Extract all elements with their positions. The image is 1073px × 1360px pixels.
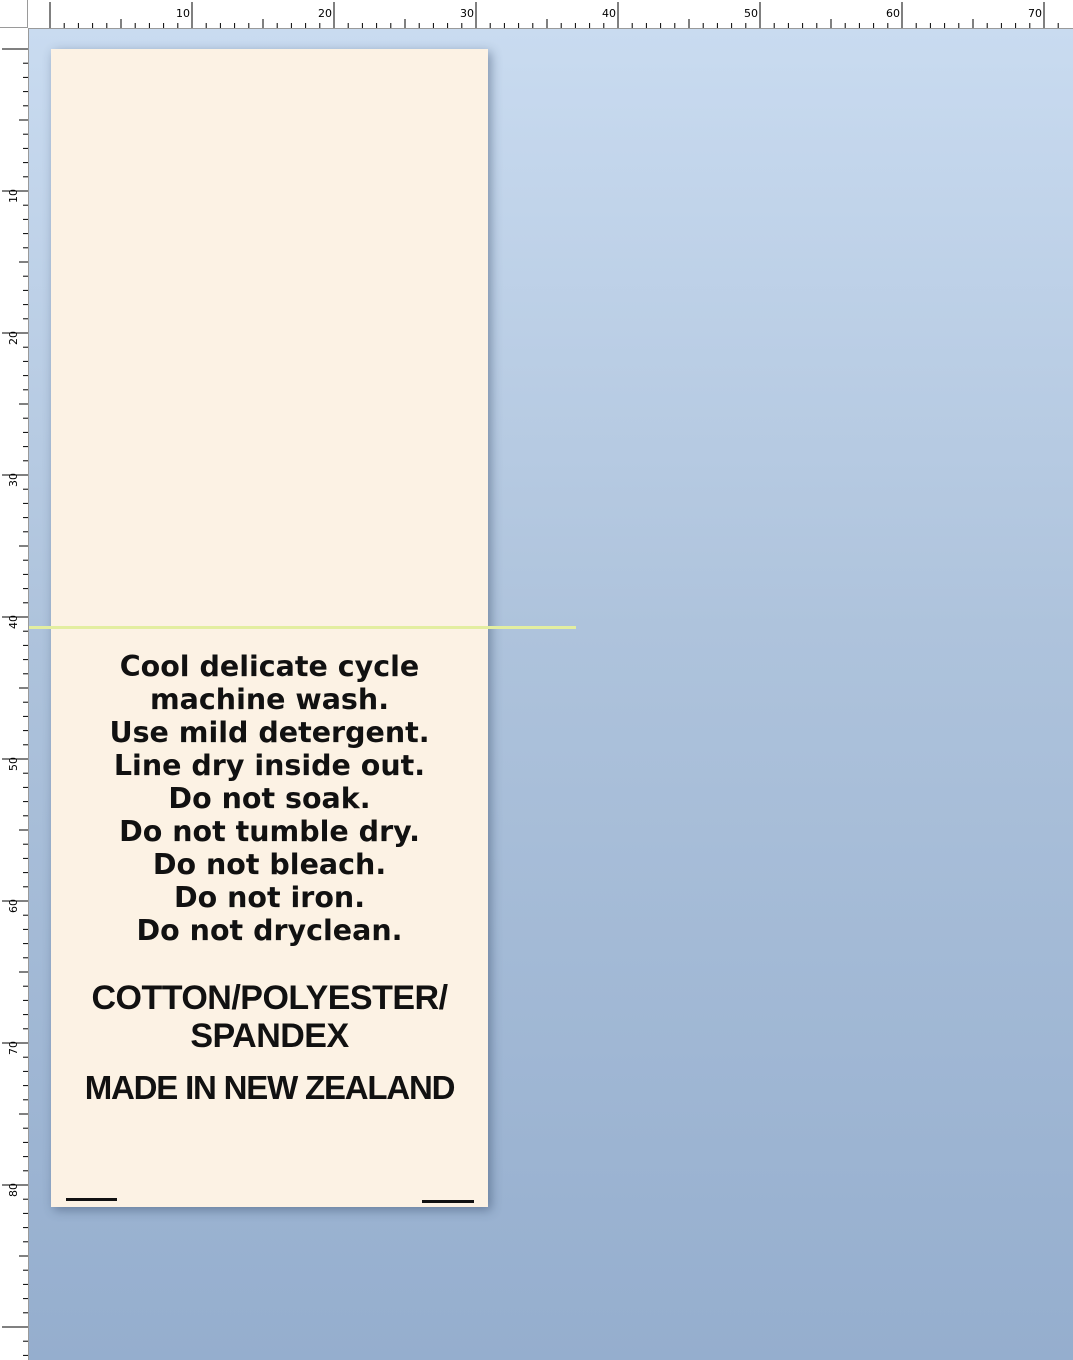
ruler-corner <box>0 0 28 28</box>
ruler-label: 70 <box>7 1041 20 1055</box>
composition-line: SPANDEX <box>190 1017 349 1055</box>
composition-line: COTTON/POLYESTER/ <box>91 979 448 1017</box>
ruler-label: 40 <box>602 7 616 20</box>
ruler-label: 20 <box>318 7 332 20</box>
care-line: Do not dryclean. <box>136 914 403 947</box>
guide-line[interactable] <box>29 626 576 629</box>
vertical-ruler[interactable]: 10 20 30 40 50 60 70 80 <box>0 28 29 1360</box>
care-line: Cool delicate cycle <box>119 650 420 683</box>
care-line: Use mild detergent. <box>109 716 430 749</box>
cut-mark-right <box>422 1200 474 1203</box>
care-line: Do not tumble dry. <box>119 815 420 848</box>
ruler-label: 60 <box>7 899 20 913</box>
ruler-label: 20 <box>7 331 20 345</box>
ruler-label: 60 <box>886 7 900 20</box>
care-line: Do not soak. <box>168 782 371 815</box>
ruler-label: 30 <box>7 473 20 487</box>
ruler-label: 10 <box>7 189 20 203</box>
care-instructions[interactable]: Cool delicate cycle machine wash. Use mi… <box>51 650 488 947</box>
ruler-label: 70 <box>1028 7 1042 20</box>
fabric-composition[interactable]: COTTON/POLYESTER/ SPANDEX <box>51 979 488 1055</box>
ruler-label: 30 <box>460 7 474 20</box>
care-line: Do not iron. <box>173 881 366 914</box>
horizontal-ruler[interactable]: 10 20 30 40 50 60 70 <box>28 0 1073 29</box>
country-of-origin[interactable]: MADE IN NEW ZEALAND <box>51 1069 488 1107</box>
care-line: Do not bleach. <box>152 848 387 881</box>
cut-mark-left <box>66 1198 117 1201</box>
vertical-ruler-scale: 10 20 30 40 50 60 70 80 <box>2 48 28 1356</box>
ruler-label: 10 <box>176 7 190 20</box>
ruler-label: 80 <box>7 1183 20 1197</box>
care-line: machine wash. <box>149 683 390 716</box>
ruler-label: 50 <box>7 757 20 771</box>
design-canvas[interactable]: Cool delicate cycle machine wash. Use mi… <box>29 29 1073 1360</box>
ruler-label: 50 <box>744 7 758 20</box>
care-line: Line dry inside out. <box>113 749 426 782</box>
ruler-label: 40 <box>7 615 20 629</box>
horizontal-ruler-scale: 10 20 30 40 50 60 70 <box>49 2 1059 28</box>
